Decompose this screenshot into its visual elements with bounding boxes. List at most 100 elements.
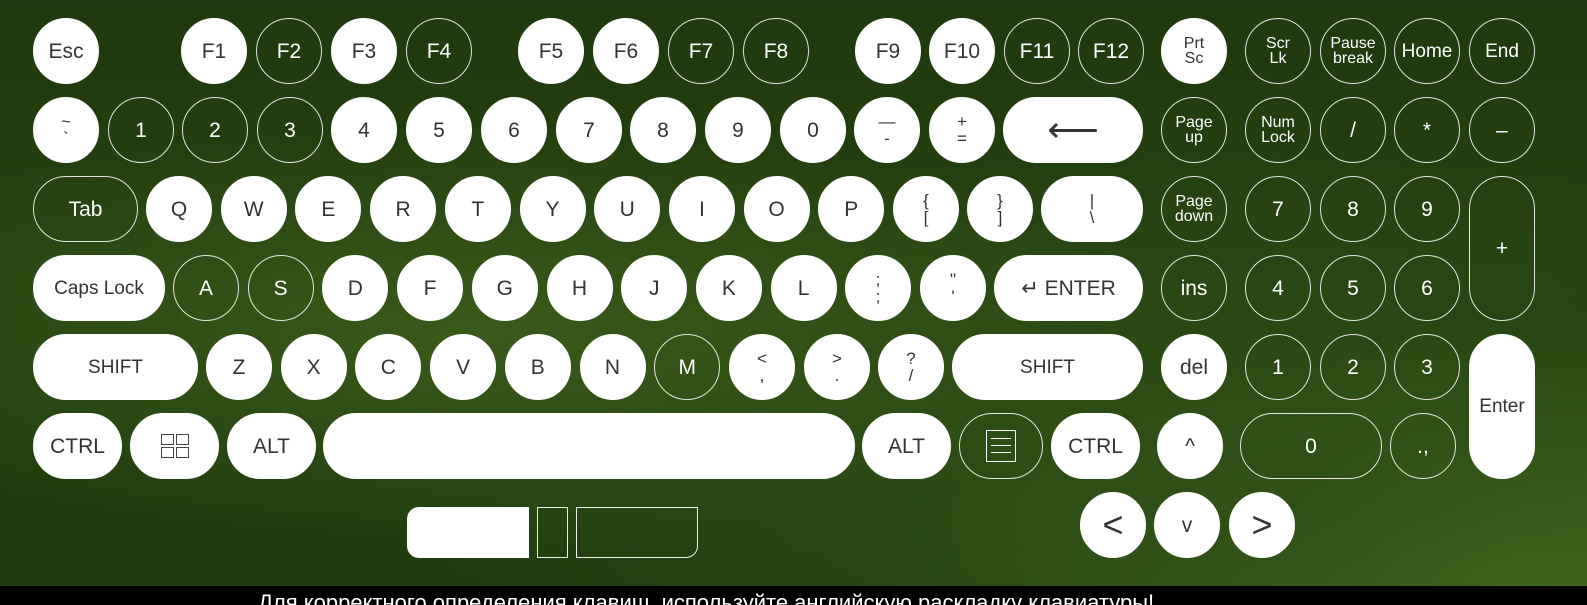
key-f1[interactable]: F1: [181, 18, 247, 84]
key-space[interactable]: [323, 413, 855, 479]
key-v[interactable]: V: [430, 334, 497, 400]
key-f12[interactable]: F12: [1078, 18, 1144, 84]
key-num-9[interactable]: 9: [1394, 176, 1460, 242]
key-enter[interactable]: ↵ ENTER: [994, 255, 1143, 321]
key-digit-9[interactable]: 9: [705, 97, 771, 163]
key-b[interactable]: B: [504, 334, 571, 400]
key-num-divide[interactable]: /: [1320, 97, 1386, 163]
key-o[interactable]: O: [743, 176, 810, 242]
key-q[interactable]: Q: [146, 176, 212, 242]
key-s[interactable]: S: [247, 255, 314, 321]
key-n[interactable]: N: [579, 334, 646, 400]
key-digit-5[interactable]: 5: [406, 97, 472, 163]
key-m[interactable]: M: [654, 334, 721, 400]
key-digit-8[interactable]: 8: [630, 97, 696, 163]
key-digit-0[interactable]: 0: [780, 97, 846, 163]
key-windows[interactable]: [130, 413, 219, 479]
key-w[interactable]: W: [220, 176, 287, 242]
key-semicolon[interactable]: ; ;: [845, 255, 911, 321]
key-j[interactable]: J: [621, 255, 688, 321]
key-digit-1[interactable]: 1: [108, 97, 174, 163]
key-digit-3[interactable]: 3: [257, 97, 323, 163]
key-alt-left[interactable]: ALT: [227, 413, 316, 479]
key-y[interactable]: Y: [519, 176, 586, 242]
key-f10[interactable]: F10: [929, 18, 995, 84]
key-i[interactable]: I: [668, 176, 735, 242]
key-slash[interactable]: ? /: [878, 334, 944, 400]
key-num-7[interactable]: 7: [1245, 176, 1311, 242]
key-insert[interactable]: ins: [1161, 255, 1227, 321]
key-num-enter[interactable]: Enter: [1469, 334, 1535, 479]
key-arrow-right[interactable]: >: [1229, 492, 1295, 558]
key-num-4[interactable]: 4: [1245, 255, 1311, 321]
key-num-6[interactable]: 6: [1394, 255, 1460, 321]
key-num-8[interactable]: 8: [1320, 176, 1386, 242]
key-close-bracket[interactable]: } ]: [967, 176, 1033, 242]
key-delete[interactable]: del: [1161, 334, 1227, 400]
key-z[interactable]: Z: [206, 334, 272, 400]
key-caps-lock[interactable]: Caps Lock: [33, 255, 165, 321]
key-alt-right[interactable]: ALT: [862, 413, 951, 479]
key-period[interactable]: > .: [804, 334, 870, 400]
key-num-decimal[interactable]: .,: [1390, 413, 1456, 479]
key-l[interactable]: L: [770, 255, 837, 321]
key-equals[interactable]: + =: [929, 97, 995, 163]
key-r[interactable]: R: [370, 176, 437, 242]
key-num-1[interactable]: 1: [1245, 334, 1311, 400]
key-pause-break[interactable]: Pause break: [1320, 18, 1386, 84]
key-f2[interactable]: F2: [256, 18, 322, 84]
key-context-menu[interactable]: [959, 413, 1043, 479]
key-k[interactable]: K: [695, 255, 762, 321]
key-ctrl-left[interactable]: CTRL: [33, 413, 122, 479]
key-p[interactable]: P: [818, 176, 885, 242]
key-shift-right[interactable]: SHIFT: [952, 334, 1143, 400]
key-arrow-up[interactable]: ^: [1157, 413, 1223, 479]
key-esc[interactable]: Esc: [33, 18, 99, 84]
key-f11[interactable]: F11: [1004, 18, 1070, 84]
key-g[interactable]: G: [471, 255, 538, 321]
key-ctrl-right[interactable]: CTRL: [1051, 413, 1140, 479]
key-shift-left[interactable]: SHIFT: [33, 334, 198, 400]
key-backspace[interactable]: ⟵: [1003, 97, 1143, 163]
key-quote[interactable]: " ': [920, 255, 986, 321]
key-d[interactable]: D: [322, 255, 389, 321]
key-f7[interactable]: F7: [668, 18, 734, 84]
key-arrow-down[interactable]: v: [1154, 492, 1220, 558]
key-comma[interactable]: < ,: [729, 334, 795, 400]
key-f3[interactable]: F3: [331, 18, 397, 84]
key-f9[interactable]: F9: [855, 18, 921, 84]
key-backslash[interactable]: | \: [1041, 176, 1143, 242]
key-digit-2[interactable]: 2: [182, 97, 248, 163]
key-c[interactable]: C: [355, 334, 422, 400]
key-a[interactable]: A: [173, 255, 239, 321]
key-print-screen[interactable]: Prt Sc: [1161, 18, 1227, 84]
key-digit-6[interactable]: 6: [481, 97, 547, 163]
key-arrow-left[interactable]: <: [1080, 492, 1146, 558]
key-tilde[interactable]: ~ `: [33, 97, 99, 163]
key-tab[interactable]: Tab: [33, 176, 138, 242]
key-f8[interactable]: F8: [743, 18, 809, 84]
key-end[interactable]: End: [1469, 18, 1535, 84]
key-u[interactable]: U: [594, 176, 661, 242]
key-f6[interactable]: F6: [593, 18, 659, 84]
key-num-2[interactable]: 2: [1320, 334, 1386, 400]
key-digit-4[interactable]: 4: [331, 97, 397, 163]
key-num-minus[interactable]: –: [1469, 97, 1535, 163]
key-num-5[interactable]: 5: [1320, 255, 1386, 321]
key-e[interactable]: E: [295, 176, 362, 242]
key-h[interactable]: H: [546, 255, 613, 321]
key-scroll-lock[interactable]: Scr Lk: [1245, 18, 1311, 84]
key-page-up[interactable]: Page up: [1161, 97, 1227, 163]
key-f4[interactable]: F4: [406, 18, 472, 84]
key-num-plus[interactable]: +: [1469, 176, 1535, 321]
key-digit-7[interactable]: 7: [556, 97, 622, 163]
key-home[interactable]: Home: [1394, 18, 1460, 84]
key-num-lock[interactable]: Num Lock: [1245, 97, 1311, 163]
key-minus[interactable]: — -: [854, 97, 920, 163]
key-page-down[interactable]: Page down: [1161, 176, 1227, 242]
key-open-bracket[interactable]: { [: [893, 176, 959, 242]
key-num-0[interactable]: 0: [1240, 413, 1382, 479]
key-f[interactable]: F: [397, 255, 464, 321]
key-t[interactable]: T: [444, 176, 511, 242]
key-x[interactable]: X: [280, 334, 347, 400]
